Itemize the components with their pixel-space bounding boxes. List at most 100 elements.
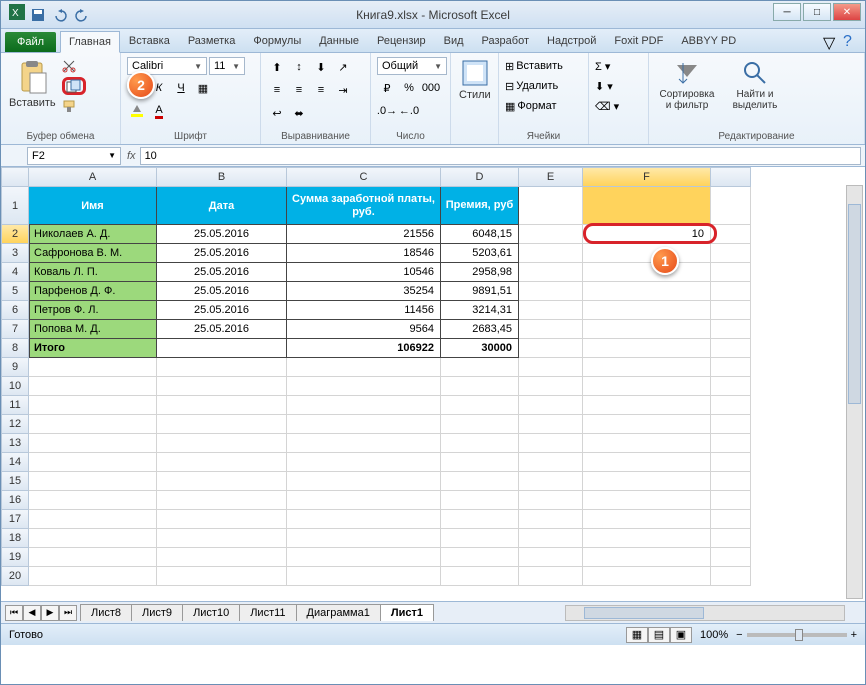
cell-G2[interactable] <box>711 225 751 244</box>
cell-E17[interactable] <box>519 510 583 529</box>
cell-B4[interactable]: 25.05.2016 <box>157 263 287 282</box>
cell-D17[interactable] <box>441 510 519 529</box>
cell-G6[interactable] <box>711 301 751 320</box>
view-normal-button[interactable]: ▦ <box>626 627 648 643</box>
cell-C2[interactable]: 21556 <box>287 225 441 244</box>
find-select-button[interactable]: Найти и выделить <box>723 57 787 113</box>
select-all-corner[interactable] <box>1 167 29 187</box>
cell-A9[interactable] <box>29 358 157 377</box>
cell-B16[interactable] <box>157 491 287 510</box>
cell-F13[interactable] <box>583 434 711 453</box>
cell-C3[interactable]: 18546 <box>287 244 441 263</box>
cell-D20[interactable] <box>441 567 519 586</box>
cell-D14[interactable] <box>441 453 519 472</box>
minimize-ribbon-icon[interactable]: ▽ <box>823 33 837 47</box>
font-color-button[interactable]: A <box>149 101 169 121</box>
row-header-13[interactable]: 13 <box>1 434 29 453</box>
cell-B5[interactable]: 25.05.2016 <box>157 282 287 301</box>
cell-B18[interactable] <box>157 529 287 548</box>
cell-E4[interactable] <box>519 263 583 282</box>
cell-G1[interactable] <box>711 187 751 225</box>
cell-A2[interactable]: Николаев А. Д. <box>29 225 157 244</box>
view-page-break-button[interactable]: ▣ <box>670 627 692 643</box>
row-header-1[interactable]: 1 <box>1 187 29 225</box>
column-header-D[interactable]: D <box>441 167 519 187</box>
sheet-nav-last[interactable]: ⏭ <box>59 605 77 621</box>
column-header-F[interactable]: F <box>583 167 711 187</box>
cell-A19[interactable] <box>29 548 157 567</box>
font-size-combo[interactable]: 11▼ <box>209 57 245 75</box>
cell-E6[interactable] <box>519 301 583 320</box>
row-header-7[interactable]: 7 <box>1 320 29 339</box>
cell-G8[interactable] <box>711 339 751 358</box>
row-header-14[interactable]: 14 <box>1 453 29 472</box>
cell-D16[interactable] <box>441 491 519 510</box>
cell-A4[interactable]: Коваль Л. П. <box>29 263 157 282</box>
cell-C9[interactable] <box>287 358 441 377</box>
orientation-button[interactable]: ↗ <box>333 57 353 77</box>
row-header-18[interactable]: 18 <box>1 529 29 548</box>
row-header-15[interactable]: 15 <box>1 472 29 491</box>
row-header-16[interactable]: 16 <box>1 491 29 510</box>
cell-E3[interactable] <box>519 244 583 263</box>
cell-C13[interactable] <box>287 434 441 453</box>
sort-filter-button[interactable]: Сортировка и фильтр <box>655 57 719 113</box>
cell-F6[interactable] <box>583 301 711 320</box>
row-header-20[interactable]: 20 <box>1 567 29 586</box>
ribbon-tab-вид[interactable]: Вид <box>435 30 473 52</box>
cell-B19[interactable] <box>157 548 287 567</box>
cell-C6[interactable]: 11456 <box>287 301 441 320</box>
cell-A10[interactable] <box>29 377 157 396</box>
cell-B10[interactable] <box>157 377 287 396</box>
fill-button[interactable]: ⬇ ▾ <box>595 77 613 95</box>
insert-cells-button[interactable]: ⊞ Вставить <box>505 57 563 75</box>
cut-button[interactable] <box>62 57 86 75</box>
cell-B1[interactable]: Дата <box>157 187 287 225</box>
align-right-button[interactable]: ≡ <box>311 80 331 100</box>
cell-C18[interactable] <box>287 529 441 548</box>
cell-G7[interactable] <box>711 320 751 339</box>
increase-decimal-button[interactable]: .0→ <box>377 101 397 121</box>
formula-input[interactable]: 10 <box>140 147 861 165</box>
sheet-nav-first[interactable]: ⏮ <box>5 605 23 621</box>
file-tab[interactable]: Файл <box>5 32 56 52</box>
cell-F3[interactable] <box>583 244 711 263</box>
row-header-19[interactable]: 19 <box>1 548 29 567</box>
cell-B8[interactable] <box>157 339 287 358</box>
cell-B17[interactable] <box>157 510 287 529</box>
cell-G3[interactable] <box>711 244 751 263</box>
ribbon-tab-разметка[interactable]: Разметка <box>179 30 245 52</box>
cell-F17[interactable] <box>583 510 711 529</box>
fx-icon[interactable]: fx <box>127 150 136 162</box>
maximize-button[interactable]: □ <box>803 3 831 21</box>
cell-A6[interactable]: Петров Ф. Л. <box>29 301 157 320</box>
align-middle-button[interactable]: ↕ <box>289 57 309 77</box>
cell-E11[interactable] <box>519 396 583 415</box>
cell-B3[interactable]: 25.05.2016 <box>157 244 287 263</box>
redo-icon[interactable] <box>73 6 91 24</box>
sheet-nav-prev[interactable]: ◀ <box>23 605 41 621</box>
cell-C12[interactable] <box>287 415 441 434</box>
cell-C17[interactable] <box>287 510 441 529</box>
cell-D19[interactable] <box>441 548 519 567</box>
cell-F12[interactable] <box>583 415 711 434</box>
column-header-C[interactable]: C <box>287 167 441 187</box>
row-header-9[interactable]: 9 <box>1 358 29 377</box>
cell-B9[interactable] <box>157 358 287 377</box>
cell-A15[interactable] <box>29 472 157 491</box>
number-format-combo[interactable]: Общий▼ <box>377 57 447 75</box>
cell-F11[interactable] <box>583 396 711 415</box>
cell-G14[interactable] <box>711 453 751 472</box>
cell-B12[interactable] <box>157 415 287 434</box>
percent-button[interactable]: % <box>399 78 419 98</box>
cell-A1[interactable]: Имя <box>29 187 157 225</box>
sheet-tab-Лист10[interactable]: Лист10 <box>182 604 240 621</box>
merge-button[interactable]: ⬌ <box>289 103 309 123</box>
row-header-17[interactable]: 17 <box>1 510 29 529</box>
cell-D2[interactable]: 6048,15 <box>441 225 519 244</box>
cell-E15[interactable] <box>519 472 583 491</box>
cell-C16[interactable] <box>287 491 441 510</box>
ribbon-tab-abbyy pd[interactable]: ABBYY PD <box>672 30 745 52</box>
close-button[interactable]: ✕ <box>833 3 861 21</box>
delete-cells-button[interactable]: ⊟ Удалить <box>505 77 558 95</box>
